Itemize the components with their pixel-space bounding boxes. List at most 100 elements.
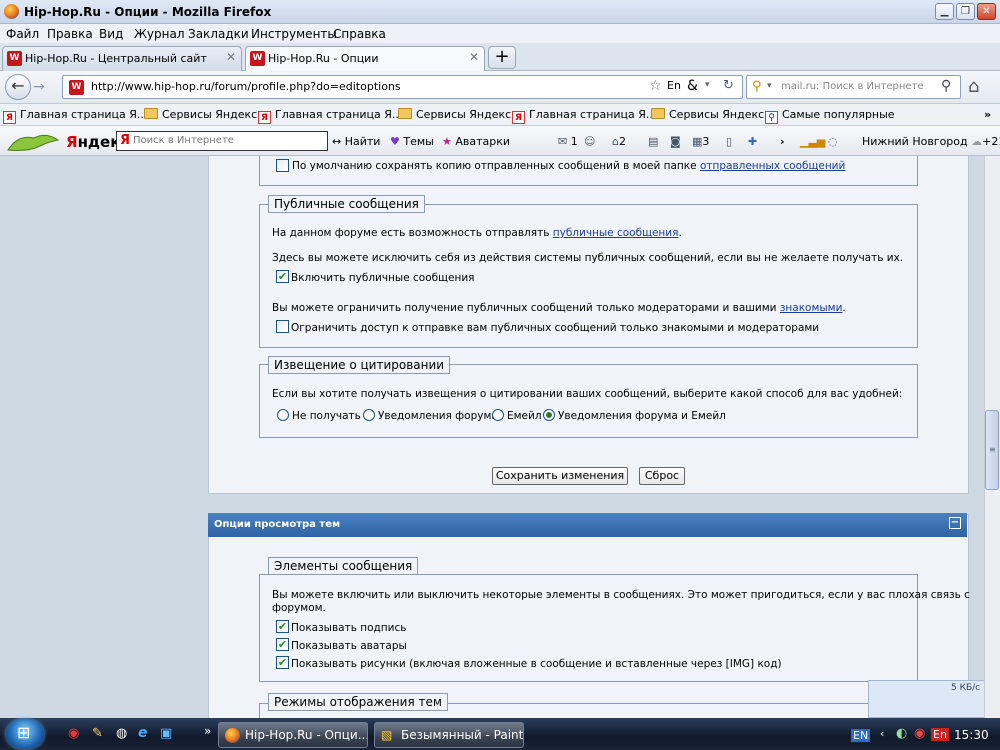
yandex-find-button[interactable]: ↔ Найти [332, 135, 380, 148]
save-changes-button[interactable]: Сохранить изменения [492, 467, 628, 485]
public-messages-link[interactable]: публичные сообщения [553, 227, 679, 239]
quicklaunch-more-icon[interactable]: » [204, 724, 211, 738]
save-copy-checkbox[interactable] [276, 159, 289, 172]
menu-tools[interactable]: Инструменты [251, 27, 337, 41]
quote-radio-label: Не получать [292, 410, 361, 422]
dropdown-icon[interactable]: ▾ [705, 80, 710, 90]
grid-icon: ▦ [692, 135, 703, 148]
tab-hiphop-options[interactable]: W Hip-Hop.Ru - Опции ✕ [245, 46, 485, 72]
show-images-checkbox[interactable]: ✔ [276, 656, 289, 669]
elements-text-line2: форумом. [272, 602, 326, 614]
search-engine-icon[interactable]: ⚲ [752, 79, 762, 94]
lang-indicator[interactable]: En [667, 79, 681, 92]
search-box[interactable]: ⚲ ▾ mail.ru: Поиск в Интернете ⚲ [746, 75, 961, 99]
ampersand-icon[interactable]: & [687, 78, 698, 94]
scrollbar-thumb[interactable]: ≡ [985, 410, 999, 490]
tray-expand-icon[interactable]: ‹ [880, 727, 884, 740]
new-tab-button[interactable]: + [488, 46, 516, 69]
bookmark-yandex-home[interactable]: Я Главная страница Я... [512, 108, 656, 124]
bookmark-yandex-home[interactable]: Я Главная страница Я... [3, 108, 147, 124]
quote-radio-label: Уведомления форума и Емейл [558, 410, 726, 422]
restrict-public-checkbox[interactable] [276, 320, 289, 333]
opera-icon[interactable]: ◉ [68, 726, 79, 741]
document-icon: ▯ [726, 135, 733, 148]
heart-icon: ♥ [390, 135, 400, 148]
quote-radio-forum-email[interactable] [543, 409, 555, 421]
close-button[interactable]: ✕ [977, 3, 996, 20]
bookmark-yandex-services[interactable]: Сервисы Яндекса [144, 108, 264, 121]
yandex-avatars-button[interactable]: ★ Аватарки [442, 135, 510, 148]
quote-radio-email[interactable] [492, 409, 504, 421]
tab-hiphop-main[interactable]: W Hip-Hop.Ru - Центральный сайт о Хип ..… [2, 46, 242, 71]
minimize-button[interactable]: ▁ [935, 3, 954, 20]
bookmark-yandex-services[interactable]: Сервисы Яндекса [651, 108, 771, 121]
weather-widget[interactable]: Нижний Новгород ☁+21 [862, 135, 1000, 148]
show-signature-label: Показывать подпись [291, 622, 407, 634]
keyboard-layout-indicator[interactable]: En [931, 728, 949, 741]
yandex-themes-button[interactable]: ♥ Темы [390, 135, 434, 148]
view-options-title: Опции просмотра тем [214, 519, 341, 530]
back-button[interactable]: ← [5, 74, 31, 100]
desktop-icon[interactable]: ▣ [160, 726, 172, 741]
yandex-search-input[interactable]: Я Поиск в Интернете [116, 131, 328, 151]
sent-messages-link[interactable]: отправленных сообщений [700, 160, 845, 172]
plus-icon: ✚ [748, 135, 758, 148]
tool-icon[interactable]: ✎ [92, 726, 103, 741]
reset-button[interactable]: Сброс [639, 467, 685, 485]
star-icon[interactable]: ☆ [649, 78, 662, 94]
folder-icon [144, 108, 158, 119]
enable-public-checkbox[interactable]: ✔ [276, 270, 289, 283]
chat-icon[interactable]: ◌ [828, 135, 838, 148]
doc-button[interactable]: ▯ [726, 135, 732, 148]
quote-radio-none[interactable] [277, 409, 289, 421]
home-icon[interactable]: ⌂ [968, 76, 979, 97]
menu-edit[interactable]: Правка [47, 27, 93, 41]
start-button[interactable]: ⊞ [6, 719, 44, 749]
dropdown-icon[interactable]: ▾ [767, 81, 772, 91]
more-icon[interactable]: › [780, 135, 785, 148]
yandex-icon: Я [120, 133, 131, 148]
task-firefox[interactable]: Hip-Hop.Ru - Опци... [218, 722, 368, 748]
news-button[interactable]: ▤ [648, 135, 658, 148]
quote-radio-forum[interactable] [363, 409, 375, 421]
tray-icon-2[interactable]: ◉ [914, 726, 925, 741]
show-avatars-checkbox[interactable]: ✔ [276, 638, 289, 651]
menu-help[interactable]: Справка [333, 27, 386, 41]
signal-icon[interactable]: ▁▃▅ [800, 135, 825, 148]
save-copy-label: По умолчанию сохранять копию отправленны… [292, 160, 846, 172]
tray-icon-1[interactable]: ◐ [896, 726, 907, 741]
language-indicator[interactable]: EN [851, 729, 871, 742]
reload-icon[interactable]: ↻ [723, 78, 734, 93]
show-signature-checkbox[interactable]: ✔ [276, 620, 289, 633]
more-bookmarks-icon[interactable]: » [984, 108, 991, 121]
tab-close-icon[interactable]: ✕ [226, 50, 236, 64]
counter-button[interactable]: ▦3 [692, 135, 709, 148]
popular-icon: ⚲ [765, 111, 778, 124]
plus-button[interactable]: ✚ [748, 135, 757, 148]
collapse-icon[interactable]: − [949, 517, 961, 529]
tab-close-icon[interactable]: ✕ [469, 50, 479, 64]
camera-button[interactable]: ◙ [670, 135, 681, 148]
friends-link[interactable]: знакомыми [780, 302, 843, 314]
bookmark-popular[interactable]: ⚲ Самые популярные [765, 108, 895, 124]
message-elements-legend: Элементы сообщения [268, 557, 419, 575]
maximize-button[interactable]: ❐ [956, 3, 975, 20]
tab-label: Hip-Hop.Ru - Центральный сайт о Хип ... [25, 52, 210, 65]
menu-file[interactable]: Файл [6, 27, 39, 41]
task-paint[interactable]: ▧ Безымянный - Paint [374, 722, 524, 748]
ie-icon[interactable]: e [138, 725, 148, 741]
taskbar-clock[interactable]: 15:30 [954, 728, 989, 742]
menu-history[interactable]: Журнал [134, 27, 185, 41]
user-button[interactable]: ☺ [584, 135, 595, 148]
mail-button[interactable]: ✉ 1 [558, 135, 578, 148]
menu-view[interactable]: Вид [99, 27, 123, 41]
menu-bookmarks[interactable]: Закладки [188, 27, 249, 41]
media-icon[interactable]: ◍ [116, 726, 127, 741]
forward-button[interactable]: → [33, 79, 45, 95]
search-icon[interactable]: ⚲ [941, 78, 951, 94]
window-titlebar: Hip-Hop.Ru - Опции - Mozilla Firefox ▁ ❐… [0, 0, 1000, 24]
bookmark-yandex-services[interactable]: Сервисы Яндекса [398, 108, 518, 121]
home-counter-button[interactable]: ⌂2 [612, 135, 626, 148]
bookmark-yandex-home[interactable]: Я Главная страница Я... [258, 108, 402, 124]
url-bar[interactable]: W http://www.hip-hop.ru/forum/profile.ph… [62, 75, 743, 99]
